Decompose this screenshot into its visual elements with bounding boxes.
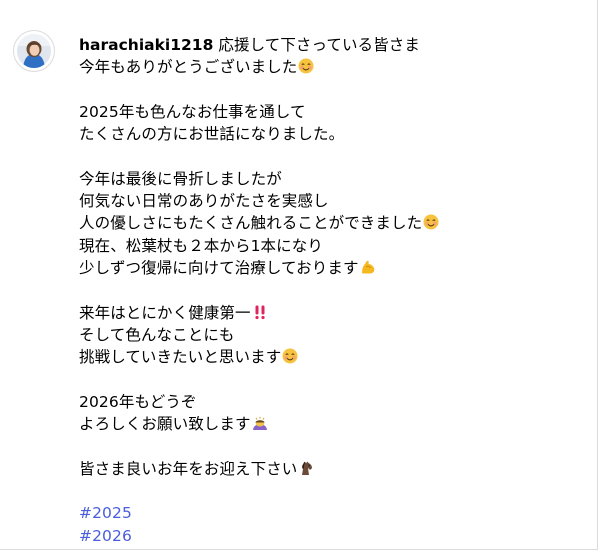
- caption-line: 今年は最後に骨折しましたが: [79, 169, 282, 188]
- smiling-face-icon: [423, 214, 439, 230]
- caption-line: 皆さま良いお年をお迎え下さい: [79, 458, 589, 480]
- caption-line: 今年もありがとうございました: [79, 56, 589, 78]
- caption-line: よろしくお願い致します: [79, 413, 589, 435]
- caption-line: harachiaki1218 応援して下さっている皆さま: [79, 36, 420, 54]
- caption-line: 2025年も色んなお仕事を通して: [79, 102, 306, 121]
- caption-line: 現在、松葉杖も２本から1本になり: [79, 236, 323, 255]
- hashtag-link[interactable]: #2026: [79, 527, 132, 545]
- flexed-biceps-icon: [360, 259, 376, 275]
- double-exclamation-icon: [252, 304, 268, 320]
- smiling-face-icon: [298, 58, 314, 74]
- hashtag-line: #2025: [79, 502, 589, 524]
- caption-line: 少しずつ復帰に向けて治療しております: [79, 257, 589, 279]
- caption-line: 人の優しさにもたくさん触れることができました: [79, 212, 589, 234]
- avatar[interactable]: [13, 30, 55, 72]
- caption-line: そして色んなことにも: [79, 325, 235, 344]
- caption-line: 2026年もどうぞ: [79, 392, 197, 411]
- post-caption: harachiaki1218 応援して下さっている皆さま 今年もありがとうござい…: [79, 34, 589, 547]
- avatar-photo: [17, 34, 51, 68]
- hashtag-link[interactable]: #2025: [79, 504, 132, 522]
- bowing-person-icon: [252, 415, 268, 431]
- caption-line: 来年はとにかく健康第一: [79, 302, 589, 324]
- horse-icon: [298, 460, 314, 476]
- caption-line: 何気ない日常のありがたさを実感し: [79, 192, 329, 211]
- caption-line: 挑戦していきたいと思います: [79, 346, 589, 368]
- hashtag-line: #2026: [79, 525, 589, 547]
- post-caption-panel: harachiaki1218 応援して下さっている皆さま 今年もありがとうござい…: [0, 0, 598, 550]
- caption-line: たくさんの方にお世話になりました。: [79, 125, 345, 144]
- smiling-face-icon: [282, 348, 298, 364]
- username-link[interactable]: harachiaki1218: [79, 36, 213, 54]
